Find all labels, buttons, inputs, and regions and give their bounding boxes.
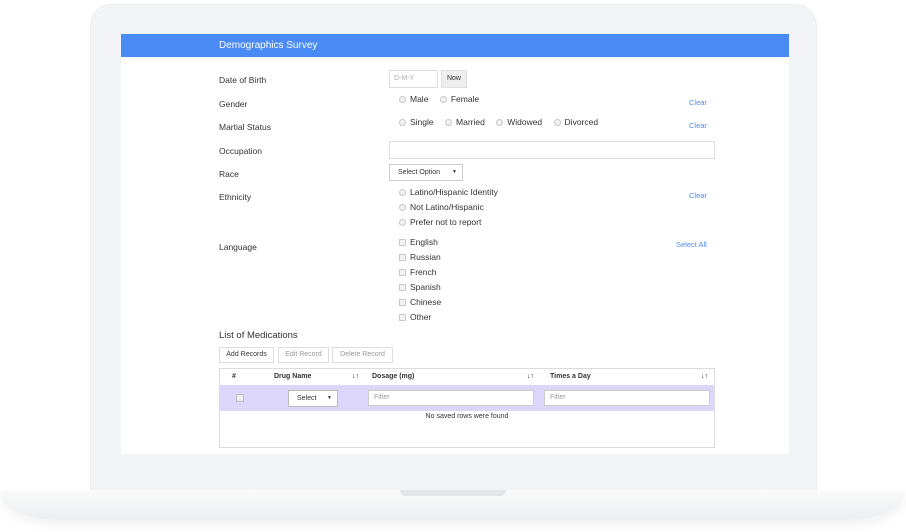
language-option-russian[interactable]: Russian [399, 252, 441, 262]
checkbox-icon[interactable] [399, 253, 406, 261]
language-option-spanish[interactable]: Spanish [399, 282, 441, 292]
ethnicity-label: Ethnicity [219, 192, 252, 202]
radio-icon[interactable] [399, 118, 406, 126]
empty-message: No saved rows were found [425, 413, 509, 420]
ethnicity-clear-link[interactable]: Clear [689, 191, 707, 200]
dob-input[interactable]: D-M-Y [389, 70, 438, 88]
race-label: Race [219, 169, 239, 179]
language-label: Language [219, 242, 257, 252]
marital-option-widowed[interactable]: Widowed [496, 117, 542, 127]
survey-header: Demographics Survey [121, 34, 789, 57]
sort-icon[interactable]: ↓↑ [352, 369, 359, 385]
gender-option-male[interactable]: Male [399, 94, 428, 104]
occupation-input[interactable] [389, 141, 715, 159]
language-select-all-link[interactable]: Select All [676, 240, 707, 249]
laptop-notch [400, 490, 506, 496]
survey-screen: Demographics Survey Date of Birth D-M-Y … [121, 34, 789, 454]
ethnicity-option-latino[interactable]: Latino/Hispanic Identity [399, 187, 498, 197]
marital-label: Martial Status [219, 122, 271, 132]
col-header-drug-name[interactable]: Drug Name [274, 369, 311, 385]
caret-down-icon: ▼ [327, 395, 332, 401]
language-option-french[interactable]: French [399, 267, 436, 277]
language-option-english[interactable]: English [399, 237, 438, 247]
checkbox-icon[interactable] [399, 268, 406, 276]
survey-title: Demographics Survey [219, 40, 318, 51]
delete-record-button[interactable]: Delete Record [332, 347, 393, 363]
language-option-other[interactable]: Other [399, 312, 431, 322]
ethnicity-option-not-latino[interactable]: Not Latino/Hispanic [399, 202, 484, 212]
times-filter-input[interactable]: Filter [544, 390, 710, 406]
col-header-index[interactable]: # [232, 369, 236, 385]
marital-option-married[interactable]: Married [445, 117, 485, 127]
gender-option-female[interactable]: Female [439, 94, 479, 104]
marital-option-single[interactable]: Single [399, 117, 434, 127]
drug-name-filter-select[interactable]: Select ▼ [288, 390, 338, 407]
gender-label: Gender [219, 99, 248, 109]
sort-icon[interactable]: ↓↑ [701, 369, 708, 385]
checkbox-icon[interactable] [399, 298, 406, 306]
select-all-checkbox-icon[interactable] [236, 394, 244, 402]
radio-icon[interactable] [553, 118, 561, 126]
sort-icon[interactable]: ↓↑ [527, 369, 534, 385]
checkbox-icon[interactable] [399, 238, 406, 246]
grid-filter-row: Select ▼ Filter Filter [220, 385, 714, 411]
marital-clear-link[interactable]: Clear [689, 121, 707, 130]
medications-grid: # Drug Name ↓↑ Dosage (mg) ↓↑ Times a Da… [219, 368, 715, 448]
checkbox-icon[interactable] [399, 283, 406, 291]
dosage-filter-input[interactable]: Filter [368, 390, 534, 406]
checkbox-icon[interactable] [399, 313, 406, 321]
radio-icon[interactable] [399, 95, 406, 103]
gender-clear-link[interactable]: Clear [689, 98, 707, 107]
now-button[interactable]: Now [441, 70, 467, 88]
race-select[interactable]: Select Option ▼ [389, 164, 463, 181]
survey-form: Date of Birth D-M-Y Now Gender Male Fema… [121, 57, 789, 454]
marital-option-divorced[interactable]: Divorced [553, 117, 598, 127]
radio-icon[interactable] [399, 218, 406, 226]
col-header-dosage[interactable]: Dosage (mg) [372, 369, 414, 385]
radio-icon[interactable] [399, 203, 406, 211]
radio-icon[interactable] [445, 118, 453, 126]
caret-down-icon: ▼ [452, 169, 457, 175]
dob-label: Date of Birth [219, 75, 267, 85]
marital-options: Single Married Widowed Divorced [399, 117, 607, 128]
medications-title: List of Medications [219, 330, 298, 341]
radio-icon[interactable] [439, 95, 447, 103]
grid-header-row: # Drug Name ↓↑ Dosage (mg) ↓↑ Times a Da… [220, 369, 714, 386]
radio-icon[interactable] [496, 118, 504, 126]
language-option-chinese[interactable]: Chinese [399, 297, 441, 307]
occupation-label: Occupation [219, 146, 262, 156]
add-records-button[interactable]: Add Records [219, 347, 274, 363]
ethnicity-option-prefer-not[interactable]: Prefer not to report [399, 217, 481, 227]
gender-options: Male Female [399, 94, 488, 105]
col-header-times-a-day[interactable]: Times a Day [550, 369, 591, 385]
edit-record-button[interactable]: Edit Record [278, 347, 329, 363]
radio-icon[interactable] [399, 188, 406, 196]
